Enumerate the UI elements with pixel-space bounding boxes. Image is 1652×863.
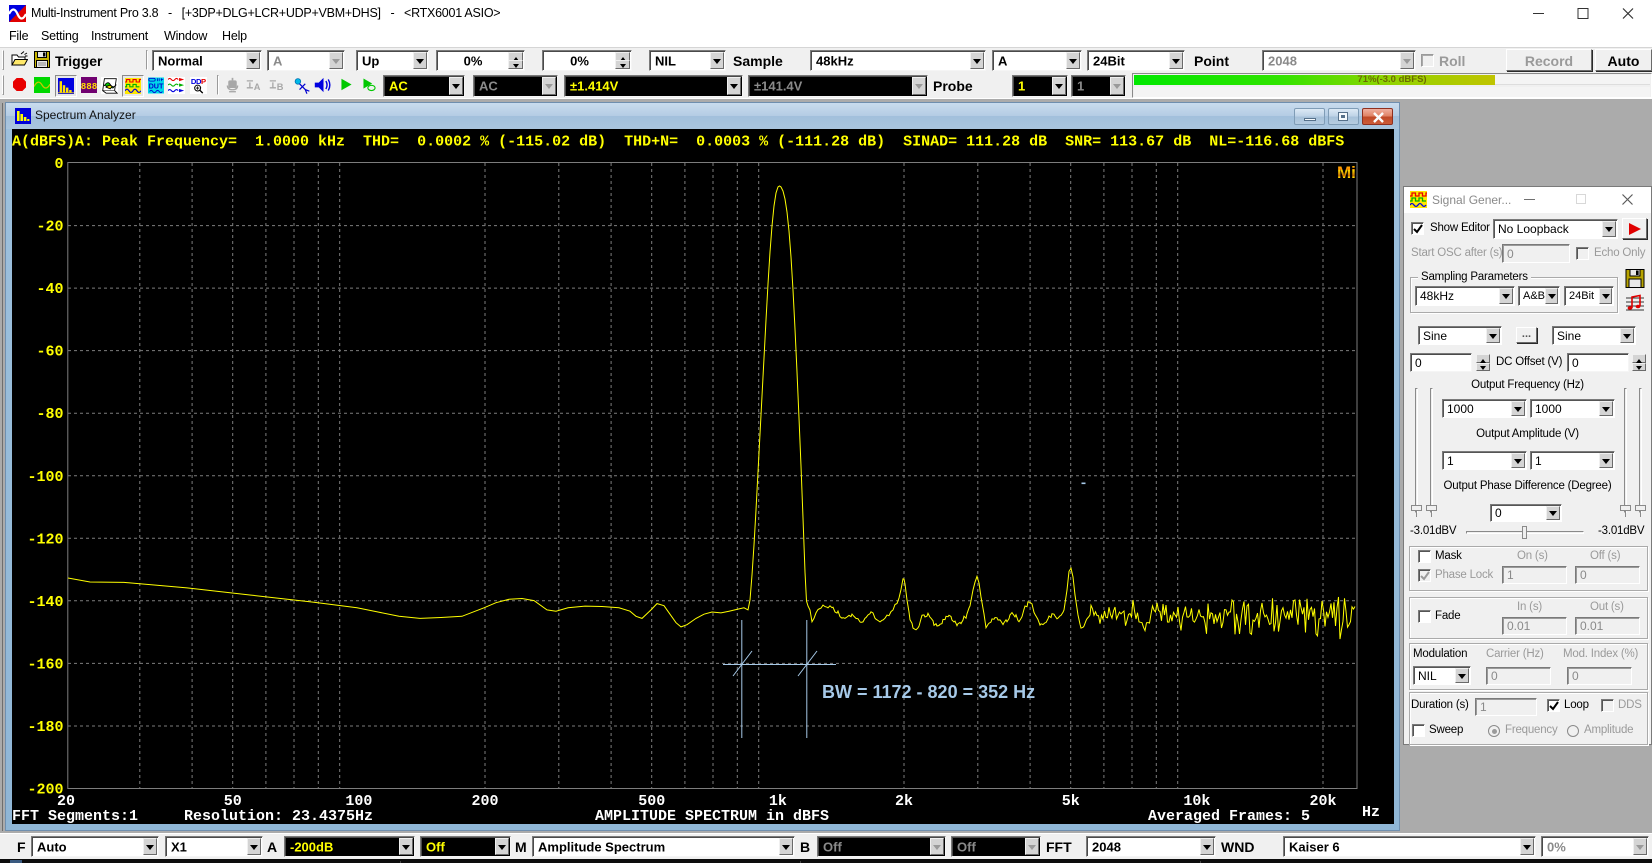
- svg-text:-80: -80: [36, 406, 63, 423]
- svg-text:-40: -40: [36, 281, 63, 298]
- svg-text:200: 200: [471, 793, 498, 810]
- svg-text:-120: -120: [27, 531, 63, 548]
- svg-text:Resolution: 23.4375Hz: Resolution: 23.4375Hz: [184, 808, 373, 825]
- svg-text:-180: -180: [27, 719, 63, 736]
- svg-text:-100: -100: [27, 469, 63, 486]
- svg-text:2k: 2k: [895, 793, 913, 810]
- svg-text:FFT Segments:1: FFT Segments:1: [12, 808, 138, 825]
- svg-text:BW = 1172 - 820 = 352 Hz: BW = 1172 - 820 = 352 Hz: [822, 682, 1035, 702]
- svg-text:0: 0: [54, 156, 63, 173]
- svg-text:-140: -140: [27, 594, 63, 611]
- svg-text:A(dBFS)A: Peak Frequency= 1.0: A(dBFS)A: Peak Frequency= 1.0000 kHz THD…: [12, 134, 1344, 151]
- svg-text:AMPLITUDE SPECTRUM in dBFS: AMPLITUDE SPECTRUM in dBFS: [595, 808, 829, 825]
- svg-text:5k: 5k: [1062, 793, 1080, 810]
- svg-text:20k: 20k: [1309, 793, 1336, 810]
- svg-text:Hz: Hz: [1362, 804, 1380, 821]
- svg-text:-20: -20: [36, 219, 63, 236]
- svg-text:-160: -160: [27, 656, 63, 673]
- svg-text:Averaged Frames: 5: Averaged Frames: 5: [1148, 808, 1310, 825]
- svg-text:Mi: Mi: [1337, 163, 1356, 182]
- svg-text:-60: -60: [36, 344, 63, 361]
